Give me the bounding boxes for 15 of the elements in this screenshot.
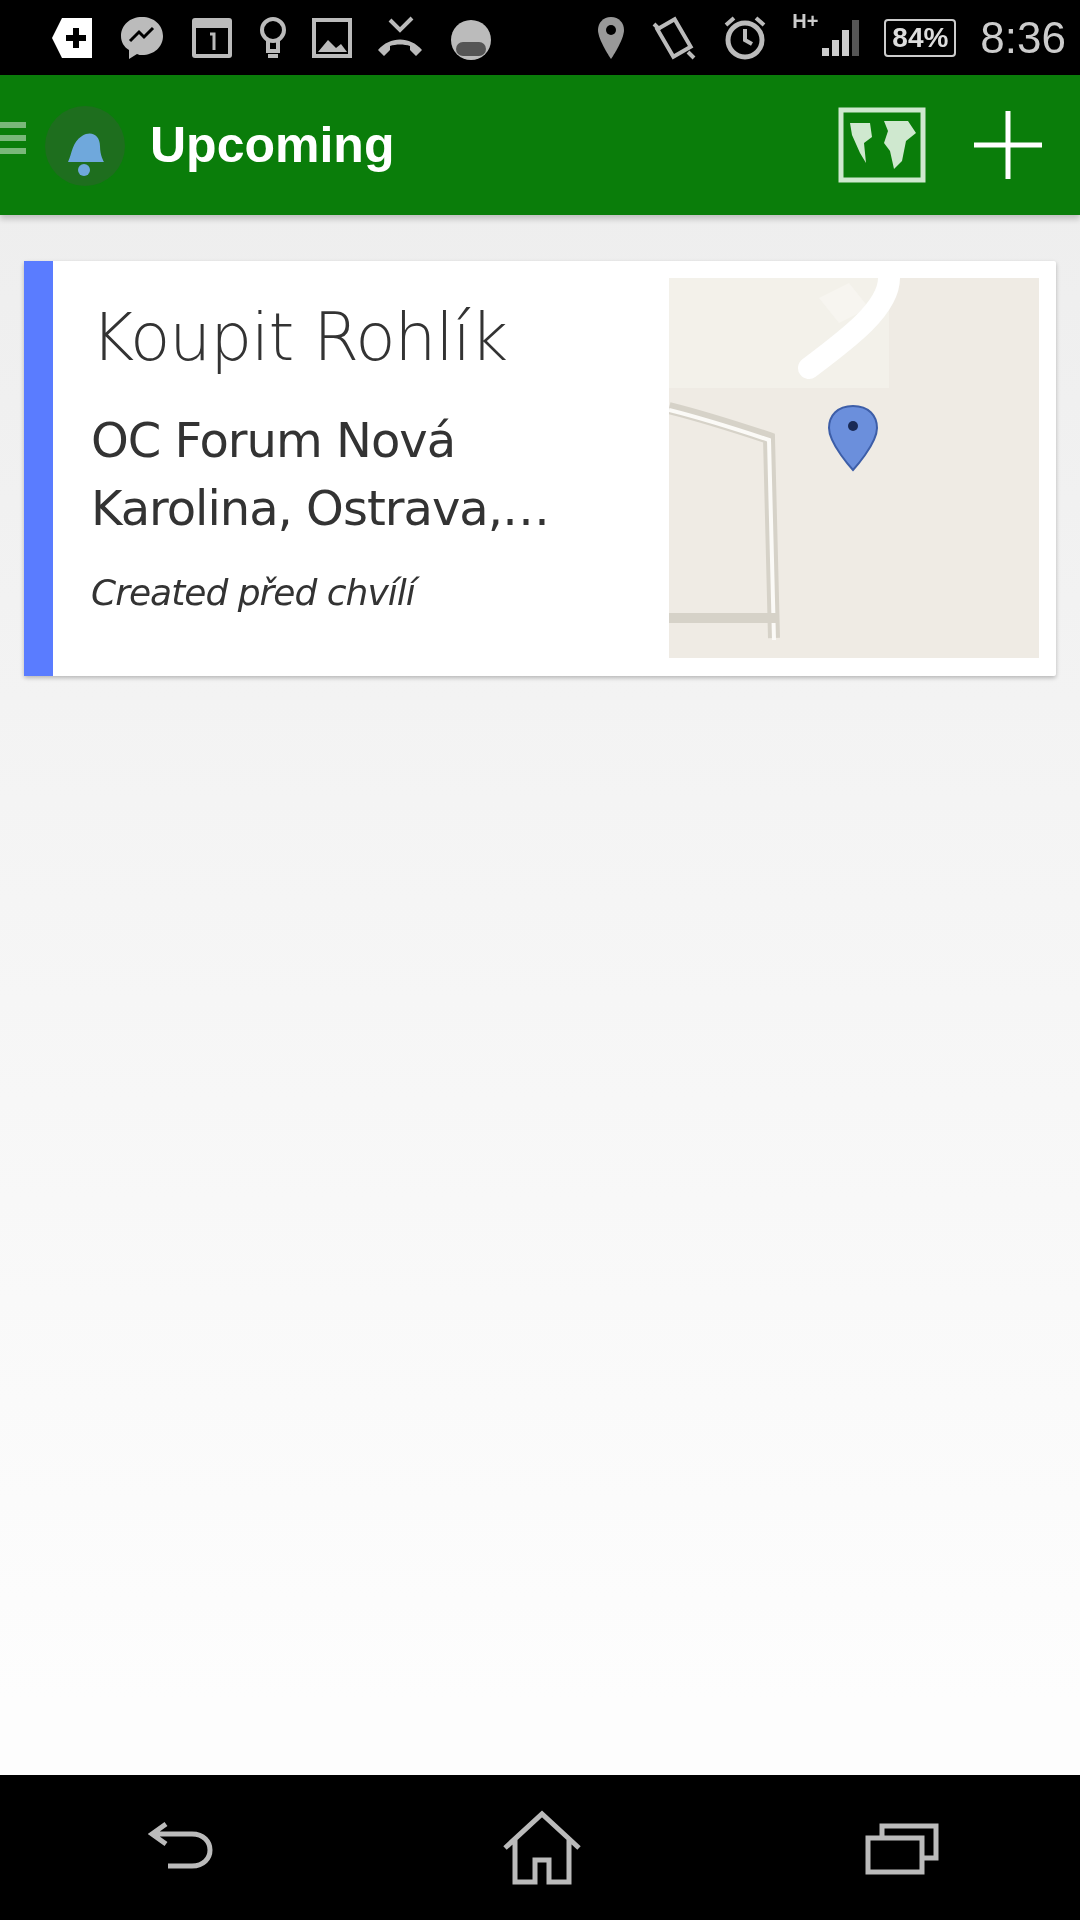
network-type: H+ bbox=[792, 10, 819, 33]
image-icon bbox=[312, 17, 352, 58]
created-time: Created před chvílí bbox=[91, 572, 649, 613]
lightbulb-icon bbox=[258, 15, 288, 60]
world-map-icon[interactable] bbox=[838, 107, 926, 183]
reminder-address: OC Forum Nová Karolina, Ostrava,… bbox=[91, 411, 550, 538]
location-pin-icon bbox=[596, 14, 627, 61]
clock-time: 8:36 bbox=[980, 12, 1066, 63]
screen-title: Upcoming bbox=[150, 116, 396, 174]
reminder-card[interactable]: Koupit Rohlík OC Forum Nová Karolina, Ostrava,… Created před chvílí bbox=[24, 261, 1056, 676]
calendar-icon bbox=[190, 15, 234, 60]
battery-level: 84% bbox=[884, 18, 957, 57]
signal-icon bbox=[820, 17, 861, 58]
reminder-title: Koupit Rohlík bbox=[91, 299, 509, 376]
plus-tag-icon bbox=[50, 15, 94, 60]
